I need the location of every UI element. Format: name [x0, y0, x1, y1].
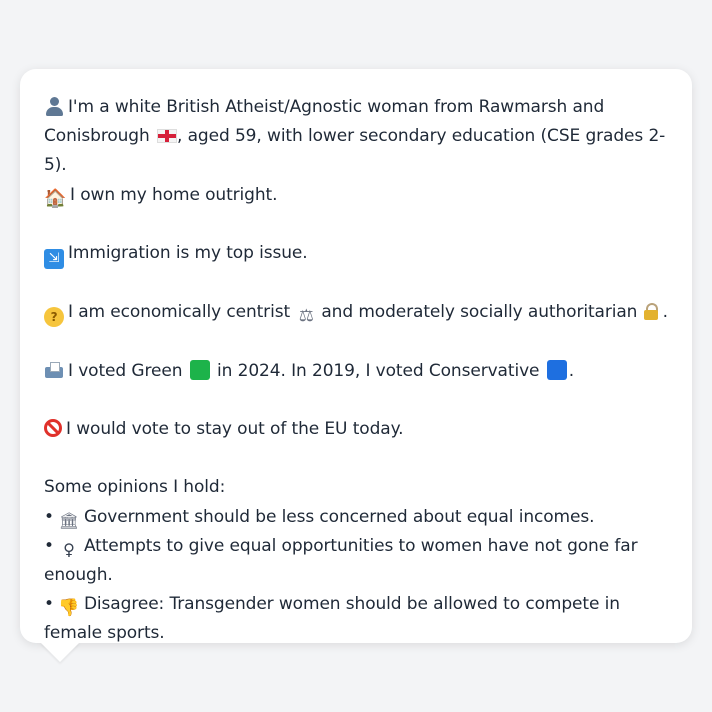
vote-line: I voted Green in 2024. In 2019, I voted …	[44, 357, 668, 386]
econ-text-b: and moderately socially authoritarian	[321, 302, 638, 323]
green-party-swatch	[189, 359, 210, 380]
prohibited-icon	[44, 418, 62, 437]
ballot-box-icon	[44, 361, 64, 379]
econ-text-a: I am economically centrist	[68, 302, 291, 323]
vote-text-a: I voted Green	[68, 360, 183, 381]
top-issue-text: Immigration is my top issue.	[68, 243, 308, 263]
thumbs-down-icon: 👎	[58, 598, 80, 619]
person-icon	[44, 96, 64, 116]
bullet: •	[44, 535, 54, 556]
immigration-icon: ⇲	[44, 249, 64, 269]
vote-text-b: in 2024. In 2019, I voted Conservative	[217, 360, 540, 381]
bullet: •	[44, 506, 54, 527]
opinion-item: • 🏛 Government should be less concerned ab…	[44, 503, 668, 532]
ideology-line: ? I am economically centrist ⚖ and moderat…	[44, 298, 668, 328]
eu-line: I would vote to stay out of the EU today…	[44, 415, 668, 444]
vote-text-c: .	[568, 360, 575, 381]
top-issue-line: ⇲ Immigration is my top issue.	[44, 239, 668, 269]
econ-text-c: .	[662, 302, 668, 323]
conservative-swatch	[546, 359, 567, 380]
stage: I'm a white British Atheist/Agnostic wom…	[0, 0, 712, 712]
thinking-face-icon: ?	[44, 307, 64, 328]
eu-text: I would vote to stay out of the EU today…	[66, 418, 404, 439]
balance-scale-icon: ⚖	[298, 306, 314, 327]
england-flag-icon	[157, 129, 177, 144]
profile-intro: I'm a white British Atheist/Agnostic wom…	[44, 93, 668, 210]
speech-bubble: I'm a white British Atheist/Agnostic wom…	[20, 69, 692, 643]
opinion-text: Disagree: Transgender women should be al…	[44, 594, 620, 644]
opinions-heading: Some opinions I hold:	[44, 477, 226, 498]
intro-text-b: Conisbrough	[44, 126, 150, 147]
opinion-text: Government should be less concerned abou…	[83, 506, 595, 527]
speech-bubble-tail	[40, 642, 80, 662]
house-icon: 🏠	[44, 187, 67, 209]
opinion-item: • 👎 Disagree: Transgender women should be …	[44, 590, 668, 648]
profile-content: I'm a white British Atheist/Agnostic wom…	[44, 93, 668, 649]
intro-text-a: I'm a white British Atheist/Agnostic wom…	[68, 97, 605, 117]
government-icon: 🏛	[58, 510, 80, 530]
opinion-text: Attempts to give equal opportunities to …	[44, 535, 638, 585]
intro-text-d: I own my home outright.	[70, 184, 278, 205]
lock-icon	[643, 302, 659, 321]
female-sign-icon: ♀	[63, 539, 75, 559]
opinion-item: • ♀ Attempts to give equal opportunities t…	[44, 532, 668, 590]
bullet: •	[44, 594, 54, 615]
